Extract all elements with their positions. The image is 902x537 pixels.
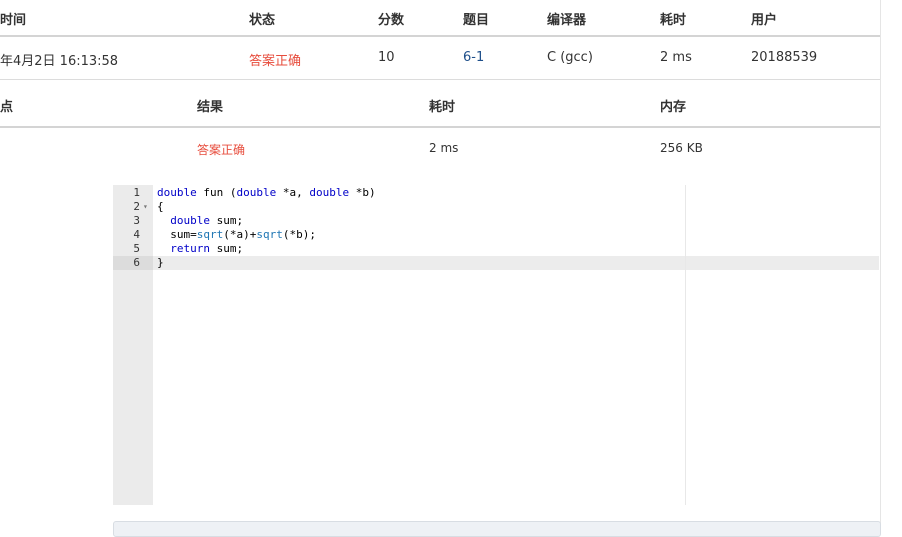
compiler-value: C (gcc) [547,50,593,65]
testcase-result: 答案正确 [197,143,246,157]
line-number: 6 [133,256,140,269]
code-line[interactable]: 2 ▾ { [113,200,879,214]
submission-table-header: 时间 状态 分数 题目 编译器 耗时 用户 [0,0,880,35]
code-line[interactable]: 1 double fun (double *a, double *b) [113,186,879,200]
testcase-memory: 256 KB [660,141,703,155]
code-line[interactable]: 6 } [113,256,879,270]
testcase-table-header: 点 结果 耗时 内存 [0,80,880,126]
table-row: 年4月2日 16:13:58 答案正确 10 6-1 C (gcc) 2 ms … [0,37,880,79]
code-text: } [157,256,164,269]
code-text: { [157,200,164,213]
bottom-panel [113,521,881,537]
header-score: 分数 [378,13,405,28]
status-badge: 答案正确 [249,54,302,69]
line-number: 5 [133,242,140,255]
code-editor[interactable]: 1 double fun (double *a, double *b) 2 ▾ … [113,185,879,505]
line-number: 3 [133,214,140,227]
code-line[interactable]: 4 sum=sqrt(*a)+sqrt(*b); [113,228,879,242]
header-point: 点 [0,100,14,115]
page-right-border [880,0,881,531]
table-row: 答案正确 2 ms 256 KB [0,128,880,168]
code-line[interactable]: 5 return sum; [113,242,879,256]
duration-value: 2 ms [660,50,692,65]
user-value: 20188539 [751,50,818,65]
header-tc-duration: 耗时 [429,100,456,115]
header-problem: 题目 [463,13,490,28]
code-text: return sum; [170,242,244,255]
header-user: 用户 [751,13,778,28]
header-compiler: 编译器 [547,13,587,28]
line-number: 2 [133,200,140,213]
score-value: 10 [378,50,395,65]
submit-time: 年4月2日 16:13:58 [0,54,119,69]
code-line[interactable]: 3 double sum; [113,214,879,228]
testcase-duration: 2 ms [429,141,459,155]
code-text: double fun (double *a, double *b) [157,186,376,199]
problem-link[interactable]: 6-1 [463,50,484,65]
header-time: 时间 [0,13,27,28]
header-memory: 内存 [660,100,687,115]
line-number: 4 [133,228,140,241]
code-text: double sum; [170,214,244,227]
line-number: 1 [133,186,140,199]
header-result: 结果 [197,100,224,115]
fold-arrow-icon[interactable]: ▾ [143,200,148,214]
header-duration: 耗时 [660,13,687,28]
code-text: sum=sqrt(*a)+sqrt(*b); [157,228,316,241]
header-status: 状态 [249,13,276,28]
